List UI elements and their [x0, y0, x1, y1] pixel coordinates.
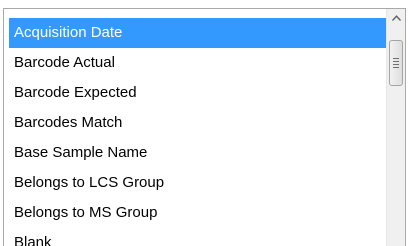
- list-item-blank[interactable]: Blank: [9, 228, 387, 246]
- list-item-belongs-to-lcs-group[interactable]: Belongs to LCS Group: [9, 168, 387, 198]
- scroll-up-button[interactable]: [387, 9, 405, 27]
- list-item-base-sample-name[interactable]: Base Sample Name: [9, 138, 387, 168]
- list-item-belongs-to-ms-group[interactable]: Belongs to MS Group: [9, 198, 387, 228]
- grip-icon: [393, 58, 399, 68]
- column-list: Acquisition Date Barcode Actual Barcode …: [9, 18, 387, 246]
- chevron-up-icon: [391, 15, 401, 21]
- list-item-barcodes-match[interactable]: Barcodes Match: [9, 108, 387, 138]
- list-item-barcode-actual[interactable]: Barcode Actual: [9, 48, 387, 78]
- list-item-barcode-expected[interactable]: Barcode Expected: [9, 78, 387, 108]
- list-item-acquisition-date[interactable]: Acquisition Date: [9, 18, 387, 48]
- vertical-scrollbar[interactable]: [386, 9, 405, 246]
- column-listbox[interactable]: Acquisition Date Barcode Actual Barcode …: [3, 8, 406, 246]
- scrollbar-thumb[interactable]: [389, 40, 403, 86]
